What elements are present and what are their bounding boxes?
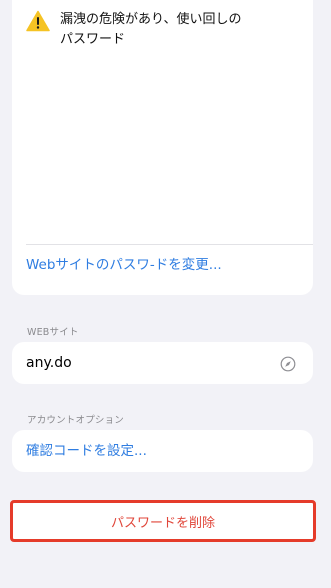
- compass-icon[interactable]: [280, 356, 296, 372]
- warning-triangle-icon: [26, 10, 50, 32]
- website-value: any.do: [26, 355, 72, 371]
- website-row[interactable]: any.do: [12, 342, 313, 384]
- change-password-link[interactable]: Webサイトのパスワ-ドを変更...: [26, 255, 222, 275]
- warning-line-1: 漏洩の危険があり、使い回しの: [60, 12, 242, 27]
- account-options-header: アカウントオプション: [27, 415, 125, 426]
- set-verification-code-link[interactable]: 確認コードを設定...: [26, 441, 147, 461]
- security-warning-card: 漏洩の危険があり、使い回しの パスワード Webサイトのパスワ-ドを変更...: [12, 0, 313, 295]
- delete-password-label: パスワードを削除: [110, 515, 215, 531]
- warning-row: 漏洩の危険があり、使い回しの パスワード: [26, 10, 300, 50]
- divider: [26, 244, 313, 245]
- website-section-header: WEBサイト: [27, 327, 79, 338]
- warning-text: 漏洩の危険があり、使い回しの パスワード: [60, 10, 300, 50]
- delete-password-button[interactable]: パスワードを削除: [10, 500, 316, 542]
- password-detail-screen: 漏洩の危険があり、使い回しの パスワード Webサイトのパスワ-ドを変更... …: [0, 0, 331, 588]
- set-verification-code-row[interactable]: 確認コードを設定...: [12, 430, 313, 472]
- warning-line-2: パスワード: [60, 32, 126, 47]
